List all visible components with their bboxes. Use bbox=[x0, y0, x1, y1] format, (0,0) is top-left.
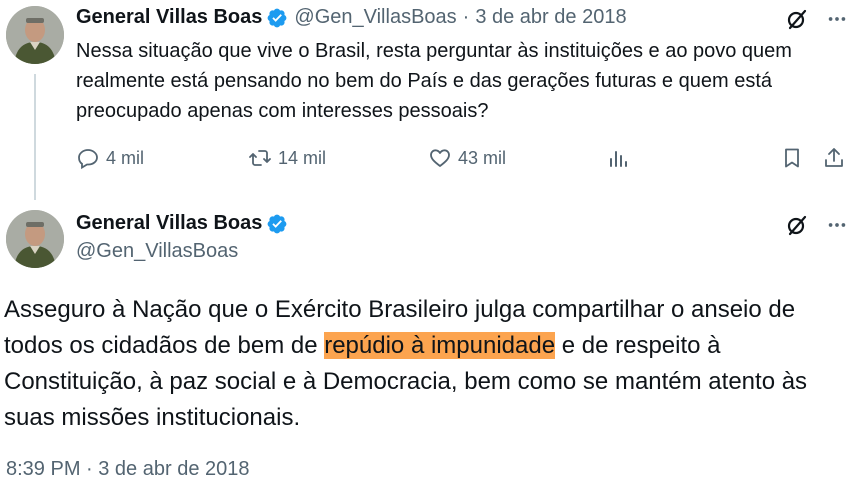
bookmark-button[interactable] bbox=[780, 146, 810, 170]
retweet-count: 14 mil bbox=[278, 147, 327, 168]
thread-line bbox=[34, 74, 36, 200]
author-name[interactable]: General Villas Boas bbox=[76, 212, 262, 235]
heart-icon bbox=[430, 149, 450, 167]
like-count: 43 mil bbox=[458, 147, 507, 168]
reply-icon bbox=[78, 149, 98, 170]
analytics-icon bbox=[610, 151, 627, 167]
main-tweet-text: Asseguro à Nação que o Exército Brasilei… bbox=[4, 292, 849, 436]
retweet-icon bbox=[249, 150, 271, 166]
more-options-icon[interactable] bbox=[822, 4, 852, 34]
author-handle[interactable]: @Gen_VillasBoas bbox=[76, 240, 238, 263]
tweet-header: General Villas Boas @Gen_VillasBoas · 3 … bbox=[76, 6, 627, 29]
views-button[interactable] bbox=[606, 146, 636, 170]
avatar[interactable] bbox=[6, 6, 64, 64]
more-options-icon[interactable] bbox=[822, 210, 852, 240]
bookmark-icon bbox=[785, 148, 799, 168]
separator-dot: · bbox=[462, 6, 470, 28]
avatar[interactable] bbox=[6, 210, 64, 268]
tweet-timestamp[interactable]: 8:39 PM · 3 de abr de 2018 bbox=[6, 458, 250, 481]
author-handle[interactable]: @Gen_VillasBoas bbox=[294, 6, 456, 29]
grok-icon[interactable] bbox=[782, 4, 812, 34]
like-button[interactable]: 43 mil bbox=[428, 146, 506, 170]
share-icon bbox=[825, 148, 843, 167]
reply-button[interactable]: 4 mil bbox=[76, 146, 144, 170]
share-button[interactable] bbox=[822, 146, 852, 170]
tweet-text: Nessa situação que vive o Brasil, resta … bbox=[76, 40, 792, 122]
tweet-date[interactable]: 3 de abr de 2018 bbox=[475, 6, 626, 29]
author-name[interactable]: General Villas Boas bbox=[76, 6, 262, 29]
tweet-actions-bar: 4 mil 14 mil 43 mil bbox=[0, 144, 853, 176]
verified-badge-icon bbox=[266, 213, 288, 235]
reply-count: 4 mil bbox=[106, 147, 145, 168]
highlighted-phrase: repúdio à impunidade bbox=[324, 332, 556, 359]
tweet-header: General Villas Boas bbox=[76, 212, 288, 235]
verified-badge-icon bbox=[266, 7, 288, 29]
retweet-button[interactable]: 14 mil bbox=[248, 146, 326, 170]
grok-icon[interactable] bbox=[782, 210, 812, 240]
